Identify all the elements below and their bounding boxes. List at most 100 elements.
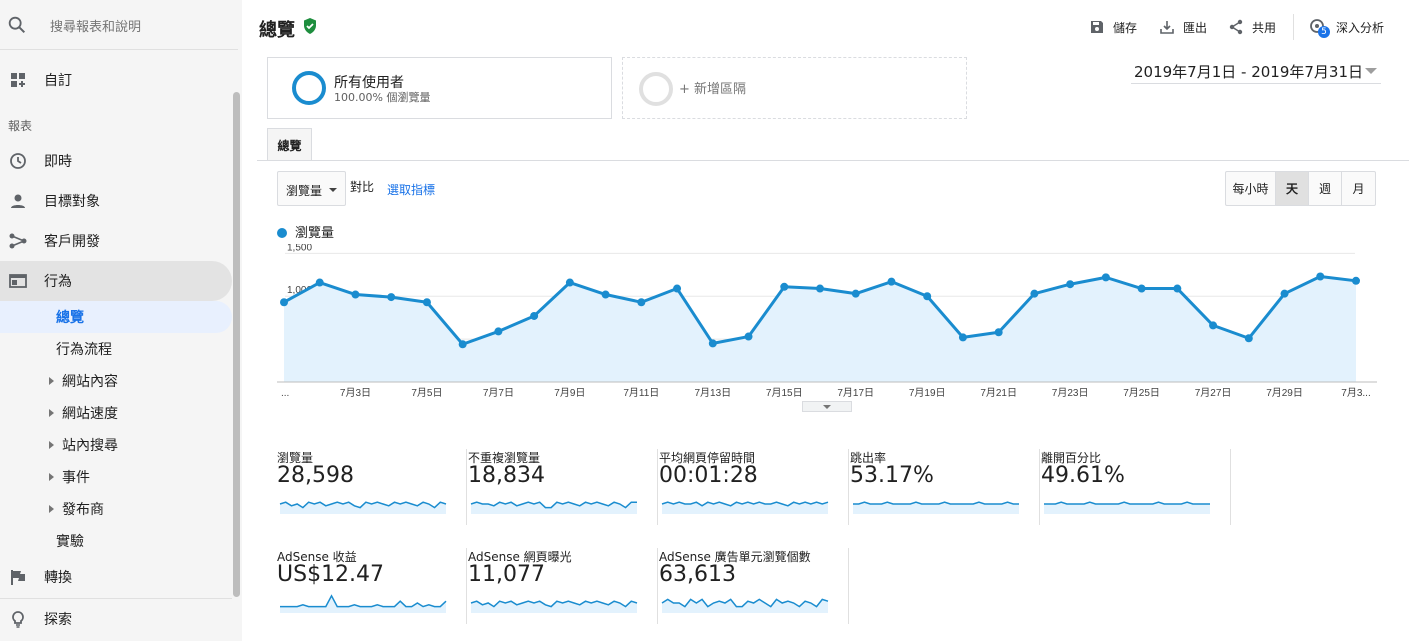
period-day-button[interactable]: 天: [1276, 172, 1309, 205]
data-point[interactable]: [530, 311, 539, 320]
segment-all-users[interactable]: 所有使用者 100.00% 個瀏覽量: [267, 57, 612, 119]
search-input[interactable]: 搜尋報表和說明: [50, 16, 141, 35]
data-point[interactable]: [744, 332, 753, 341]
data-point[interactable]: [494, 327, 503, 336]
x-tick-label: 7月15日: [766, 387, 803, 399]
sidebar-subitem-label: 實驗: [56, 534, 84, 550]
main-content: 總覽 儲存 匯出 共用 5 深入分析 所有使用者 100.00% 個瀏覽量 + …: [257, 0, 1409, 641]
period-week-button[interactable]: 週: [1309, 172, 1342, 205]
data-point[interactable]: [1209, 321, 1218, 330]
dashboard-icon: [9, 71, 27, 89]
data-point[interactable]: [387, 293, 396, 302]
metric-card[interactable]: AdSense 網頁曝光 11,077: [468, 548, 658, 624]
caret-right-icon: [49, 377, 54, 385]
export-label: 匯出: [1183, 20, 1208, 35]
x-tick-label: 7月11日: [623, 387, 659, 399]
save-button[interactable]: 儲存: [1089, 16, 1137, 38]
sidebar-item-realtime[interactable]: 即時: [0, 141, 232, 181]
sidebar-subitem-experiments[interactable]: 實驗: [0, 525, 232, 557]
metric-card[interactable]: 跳出率 53.17%: [850, 449, 1040, 525]
clock-icon: [9, 152, 27, 170]
data-point[interactable]: [958, 333, 967, 342]
metric-value: 63,613: [659, 562, 736, 587]
data-point[interactable]: [1316, 272, 1325, 281]
data-point[interactable]: [1137, 284, 1146, 293]
share-button[interactable]: 共用: [1228, 16, 1276, 38]
sidebar-item-customize[interactable]: 自訂: [0, 60, 232, 100]
sidebar-item-behavior[interactable]: 行為: [0, 261, 232, 301]
metric-sparkline: [661, 598, 829, 613]
sidebar-subitem-site-content[interactable]: 網站內容: [0, 365, 232, 397]
data-point[interactable]: [1101, 273, 1110, 282]
date-range-picker[interactable]: 2019年7月1日 - 2019年7月31日: [1131, 60, 1381, 84]
data-point[interactable]: [1173, 284, 1182, 293]
metric-sparkline: [1044, 501, 1210, 514]
x-tick-label: 7月29日: [1266, 387, 1303, 399]
data-point[interactable]: [315, 278, 324, 287]
sidebar-subitem-site-speed[interactable]: 網站速度: [0, 397, 232, 429]
data-point[interactable]: [1244, 334, 1253, 343]
data-point[interactable]: [780, 282, 789, 291]
acquisition-icon: [9, 232, 27, 250]
data-point[interactable]: [637, 298, 646, 307]
sidebar-item-acquisition[interactable]: 客戶開發: [0, 221, 232, 261]
sidebar-scrollbar[interactable]: [233, 92, 240, 597]
period-hourly-button[interactable]: 每小時: [1226, 172, 1276, 205]
data-point[interactable]: [673, 284, 682, 293]
x-tick-label: 7月21日: [980, 387, 1017, 399]
data-point[interactable]: [994, 328, 1003, 337]
insights-button[interactable]: 5 深入分析: [1308, 16, 1384, 38]
data-point[interactable]: [422, 298, 431, 307]
compare-label: 對比: [350, 180, 375, 194]
sidebar-subitem-events[interactable]: 事件: [0, 461, 232, 493]
period-month-button[interactable]: 月: [1342, 172, 1375, 205]
share-icon: [1229, 19, 1243, 35]
data-point[interactable]: [887, 277, 896, 286]
sidebar-item-label: 行為: [44, 274, 72, 290]
metric-card[interactable]: AdSense 廣告單元瀏覽個數 63,613: [659, 548, 849, 624]
data-point[interactable]: [851, 289, 860, 298]
data-point[interactable]: [565, 278, 574, 287]
add-segment-button[interactable]: + 新增區隔: [622, 57, 967, 119]
sidebar-item-conversions[interactable]: 轉換: [0, 557, 232, 597]
sidebar-subitem-publisher[interactable]: 發布商: [0, 493, 232, 525]
sidebar-item-audience[interactable]: 目標對象: [0, 181, 232, 221]
caret-right-icon: [49, 409, 54, 417]
card-divider: [1039, 449, 1040, 525]
metric-value: 18,834: [468, 463, 545, 488]
search-icon[interactable]: [6, 14, 28, 40]
sidebar-subitem-site-search[interactable]: 站內搜尋: [0, 429, 232, 461]
search-bar[interactable]: 搜尋報表和說明: [0, 0, 238, 50]
pageviews-line-chart[interactable]: 1,5001,000500...7月3日7月5日7月7日7月9日7月11日7月1…: [277, 244, 1377, 404]
data-point[interactable]: [816, 284, 824, 293]
sidebar-item-label: 轉換: [44, 570, 72, 586]
behavior-icon: [9, 272, 27, 290]
metric-card[interactable]: 不重複瀏覽量 18,834: [468, 449, 658, 525]
choose-metric-link[interactable]: 選取指標: [387, 181, 435, 198]
metric-card[interactable]: 平均網頁停留時間 00:01:28: [659, 449, 849, 525]
person-icon: [9, 192, 27, 210]
data-point[interactable]: [708, 339, 717, 348]
data-point[interactable]: [1280, 289, 1289, 298]
data-point[interactable]: [1030, 289, 1039, 298]
metric-card[interactable]: 瀏覽量 28,598: [277, 449, 467, 525]
chevron-down-icon: [329, 188, 337, 192]
data-point[interactable]: [1352, 276, 1360, 285]
metric-select[interactable]: 瀏覽量: [277, 171, 346, 206]
data-point[interactable]: [601, 290, 610, 299]
data-point[interactable]: [923, 292, 932, 301]
tab-overview[interactable]: 總覽: [267, 128, 312, 161]
metric-card[interactable]: 離開百分比 49.61%: [1041, 449, 1231, 525]
data-point[interactable]: [1066, 280, 1075, 289]
data-point[interactable]: [280, 298, 288, 307]
sidebar-subitem-behavior-flow[interactable]: 行為流程: [0, 333, 232, 365]
sidebar-subitem-overview[interactable]: 總覽: [0, 301, 232, 333]
sidebar-item-discover[interactable]: 探索: [0, 599, 232, 639]
flag-icon: [9, 568, 27, 586]
chart-collapse-toggle[interactable]: [802, 401, 852, 412]
export-button[interactable]: 匯出: [1159, 16, 1207, 38]
share-label: 共用: [1252, 20, 1277, 35]
data-point[interactable]: [458, 340, 467, 349]
metric-card[interactable]: AdSense 收益 US$12.47: [277, 548, 467, 624]
data-point[interactable]: [351, 290, 360, 299]
